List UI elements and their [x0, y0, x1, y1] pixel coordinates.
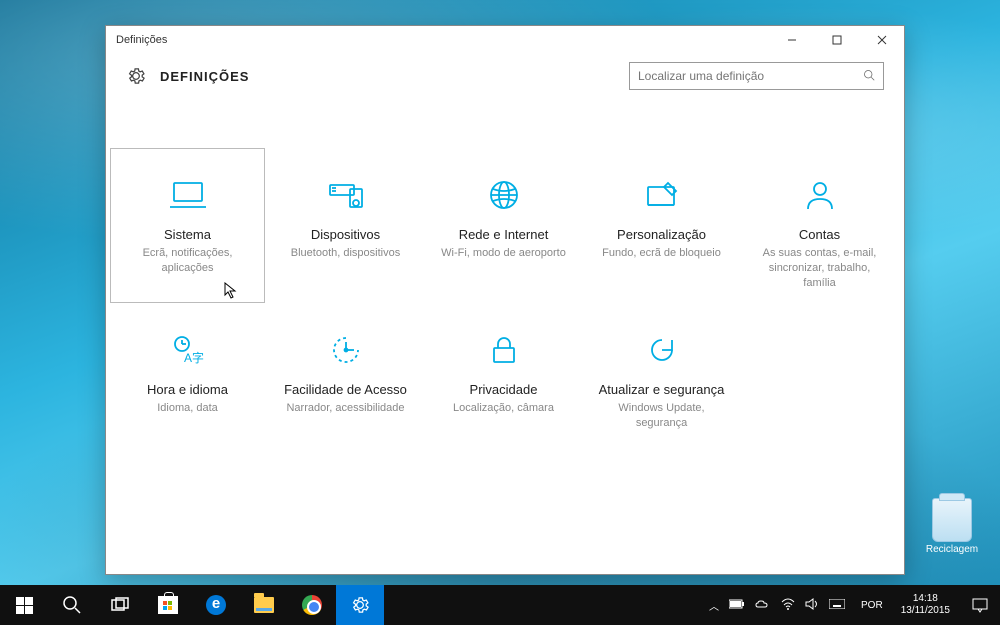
- settings-window: Definições DEFINIÇÕES Sistema Ecrã, noti…: [105, 25, 905, 575]
- close-button[interactable]: [859, 26, 904, 54]
- devices-icon: [326, 177, 366, 213]
- taskbar-chrome[interactable]: [288, 585, 336, 625]
- taskbar-store[interactable]: [144, 585, 192, 625]
- tile-time-language[interactable]: A字 Hora e idioma Idioma, data: [110, 303, 265, 458]
- search-box[interactable]: [629, 62, 884, 90]
- taskbar-settings[interactable]: [336, 585, 384, 625]
- tray-network-icon[interactable]: [781, 598, 795, 613]
- update-icon: [642, 332, 682, 368]
- start-button[interactable]: [0, 585, 48, 625]
- recycle-bin-icon: [932, 498, 972, 542]
- globe-icon: [484, 177, 524, 213]
- person-icon: [800, 177, 840, 213]
- search-icon: [863, 69, 875, 84]
- tray-keyboard-icon[interactable]: [829, 599, 845, 612]
- taskbar-clock[interactable]: 14:18 13/11/2015: [891, 593, 960, 617]
- minimize-button[interactable]: [769, 26, 814, 54]
- lock-icon: [484, 332, 524, 368]
- taskbar-taskview[interactable]: [96, 585, 144, 625]
- clock-time: 14:18: [901, 593, 950, 605]
- tile-accounts[interactable]: Contas As suas contas, e-mail, sincroniz…: [742, 148, 897, 303]
- language-indicator[interactable]: POR: [853, 600, 891, 611]
- recycle-bin[interactable]: Reciclagem: [922, 498, 982, 555]
- personalization-icon: [642, 177, 682, 213]
- tile-ease-of-access[interactable]: Facilidade de Acesso Narrador, acessibil…: [268, 303, 423, 458]
- time-language-icon: A字: [168, 332, 208, 368]
- maximize-button[interactable]: [814, 26, 859, 54]
- tile-privacy[interactable]: Privacidade Localização, câmara: [426, 303, 581, 458]
- tray-volume-icon[interactable]: [805, 598, 819, 613]
- tray-battery-icon[interactable]: [729, 599, 745, 612]
- titlebar[interactable]: Definições: [106, 26, 904, 54]
- tray-chevron-up-icon[interactable]: ︿: [709, 598, 719, 613]
- cursor-icon: [224, 282, 238, 303]
- taskbar-edge[interactable]: [192, 585, 240, 625]
- accessibility-icon: [326, 332, 366, 368]
- settings-grid: Sistema Ecrã, notificações, aplicações D…: [106, 148, 904, 458]
- tile-devices[interactable]: Dispositivos Bluetooth, dispositivos: [268, 148, 423, 303]
- tile-update-security[interactable]: Atualizar e segurança Windows Update, se…: [584, 303, 739, 458]
- action-center-button[interactable]: [960, 597, 1000, 613]
- gear-icon: [126, 66, 146, 86]
- recycle-bin-label: Reciclagem: [922, 544, 982, 555]
- tile-system[interactable]: Sistema Ecrã, notificações, aplicações: [110, 148, 265, 303]
- window-title: Definições: [116, 34, 167, 46]
- header: DEFINIÇÕES: [106, 54, 904, 108]
- taskbar-search[interactable]: [48, 585, 96, 625]
- search-input[interactable]: [638, 69, 863, 83]
- taskbar-file-explorer[interactable]: [240, 585, 288, 625]
- taskbar: ︿ POR 14:18 13/11/2015: [0, 585, 1000, 625]
- system-tray[interactable]: ︿: [701, 598, 853, 613]
- page-title: DEFINIÇÕES: [160, 69, 249, 84]
- tray-onedrive-icon[interactable]: [755, 599, 771, 612]
- svg-text:A字: A字: [184, 350, 204, 365]
- display-icon: [168, 177, 208, 213]
- tile-network[interactable]: Rede e Internet Wi-Fi, modo de aeroporto: [426, 148, 581, 303]
- tile-personalization[interactable]: Personalização Fundo, ecrã de bloqueio: [584, 148, 739, 303]
- clock-date: 13/11/2015: [901, 605, 950, 617]
